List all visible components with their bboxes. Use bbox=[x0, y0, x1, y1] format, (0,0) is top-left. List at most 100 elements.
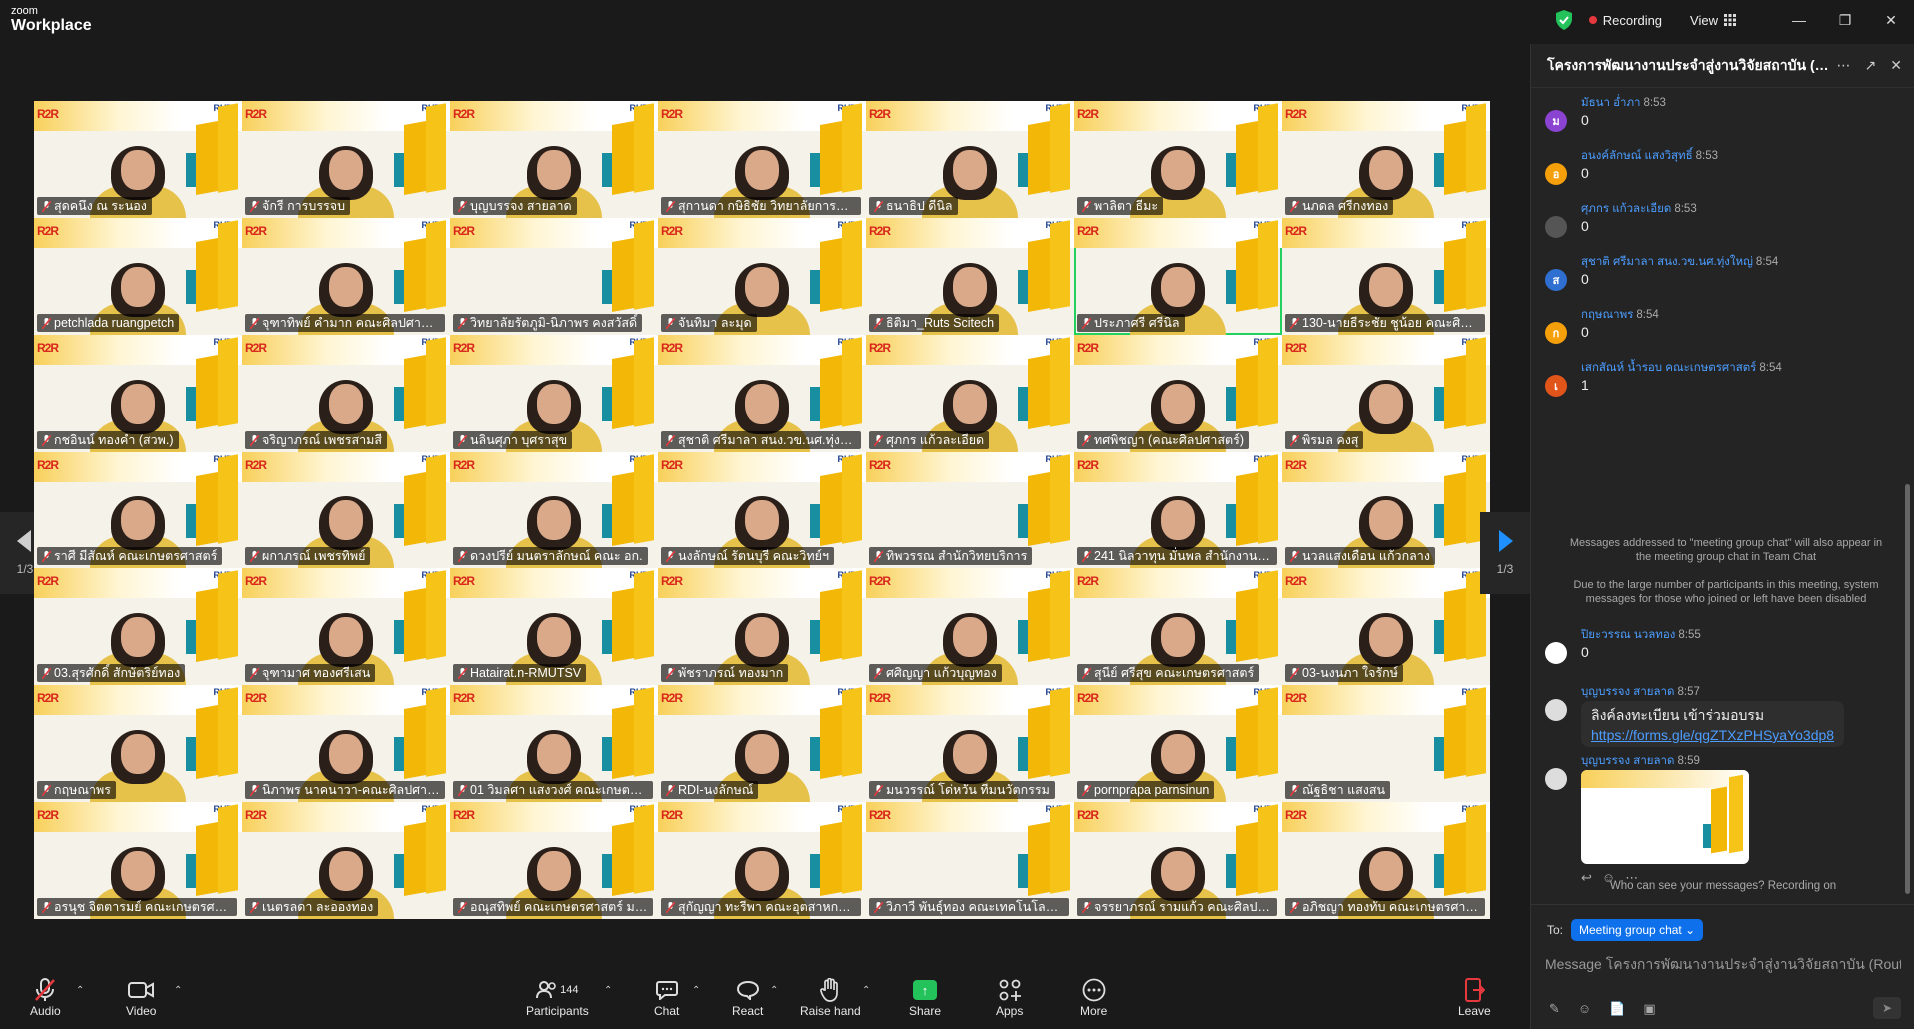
participant-tile[interactable]: R2RRUTSนิภาพร นาคนาวา-คณะศิลปศาสตร์ bbox=[242, 685, 450, 803]
participant-tile[interactable]: R2RRUTSทิพวรรณ สำนักวิทยบริการ bbox=[866, 451, 1074, 569]
participant-tile[interactable]: R2RRUTSจักรี การบรรจบ bbox=[242, 101, 450, 218]
participant-name: ทศพิชญา (คณะศิลปศาสตร์) bbox=[1077, 430, 1249, 449]
participant-tile[interactable]: R2RRUTSสุนีย์ ศรีสุข คณะเกษตรศาสตร์ bbox=[1074, 568, 1282, 686]
participant-tile[interactable]: R2RRUTSRDI-นงลักษณ์ bbox=[658, 685, 866, 803]
participant-tile[interactable]: R2RRUTSวิทยาลัยรัตภูมิ-นิภาพร คงสวัสดิ์ bbox=[450, 217, 658, 335]
participant-tile[interactable]: R2RRUTSกชอินน์ ทองคำ (สวพ.) bbox=[34, 334, 242, 452]
muted-mic-icon bbox=[1082, 902, 1091, 914]
participant-tile[interactable]: R2RRUTSHatairat.n-RMUTSV bbox=[450, 568, 658, 686]
audio-button[interactable]: Audio bbox=[30, 976, 61, 1018]
participant-tile[interactable]: R2RRUTSนงลักษณ์ รัตนบุรี คณะวิทย์ฯ bbox=[658, 451, 866, 569]
audio-caret-icon[interactable]: ⌃ bbox=[76, 985, 84, 996]
participant-tile[interactable]: R2RRUTSกฤษณาพร bbox=[34, 685, 242, 803]
raise-hand-caret-icon[interactable]: ⌃ bbox=[862, 985, 870, 996]
restore-icon[interactable]: ❐ bbox=[1822, 0, 1868, 40]
participant-tile[interactable]: R2RRUTS241 นิลวาทุน มั่นพล สำนักงานวิจ..… bbox=[1074, 451, 1282, 569]
participant-name: สุนีย์ ศรีสุข คณะเกษตรศาสตร์ bbox=[1077, 664, 1260, 683]
chat-more-icon[interactable]: ⋯ bbox=[1837, 57, 1851, 74]
participant-tile[interactable]: R2RRUTSจรรยาภรณ์ รามแก้ว คณะศิลปศาสตร์ bbox=[1074, 802, 1282, 920]
participant-tile[interactable]: R2RRUTSธิติมา_Ruts Scitech bbox=[866, 217, 1074, 335]
participant-tile[interactable]: R2RRUTSจุฑาทิพย์ คำมาก คณะศิลปศาสตร์ bbox=[242, 217, 450, 335]
participants-button[interactable]: 144 Participants bbox=[526, 976, 589, 1018]
participant-tile[interactable]: R2RRUTSสุดคนึง ณ ระนอง bbox=[34, 101, 242, 218]
participant-tile[interactable]: R2RRUTSนลินศุภา บุศราสุข bbox=[450, 334, 658, 452]
chat-message: ปิยะวรรณ นวลทอง 8:55 0 bbox=[1545, 626, 1895, 676]
participant-tile[interactable]: R2RRUTSผกาภรณ์ เพชรทิพย์ bbox=[242, 451, 450, 569]
leave-button[interactable]: Leave bbox=[1458, 976, 1491, 1018]
shared-image-thumbnail[interactable] bbox=[1581, 770, 1749, 864]
r2r-logo: R2R bbox=[37, 107, 59, 121]
participant-name: อณุสทิพย์ คณะเกษตรศาสตร์ มท... bbox=[453, 898, 653, 917]
participant-tile[interactable]: R2RRUTSอณุสทิพย์ คณะเกษตรศาสตร์ มท... bbox=[450, 802, 658, 920]
participant-tile[interactable]: R2RRUTSวิภาวี พันธุ์ทอง คณะเทคโนโลยีการ.… bbox=[866, 802, 1074, 920]
participant-tile[interactable]: R2RRUTSราศี มีสัณห์ คณะเกษตรศาสตร์ bbox=[34, 451, 242, 569]
message-input[interactable] bbox=[1545, 953, 1901, 975]
screenshot-icon[interactable]: ▣ bbox=[1643, 1001, 1655, 1017]
participant-tile[interactable]: R2RRUTS03-นงนภา ใจรักษ์ bbox=[1282, 568, 1490, 686]
react-button[interactable]: React bbox=[732, 976, 763, 1018]
participant-tile[interactable]: R2RRUTSอภิชญา ทองทับ คณะเกษตรศาสตร์ bbox=[1282, 802, 1490, 920]
participant-tile[interactable]: R2RRUTSpetchlada ruangpetch bbox=[34, 217, 242, 335]
react-caret-icon[interactable]: ⌃ bbox=[770, 985, 778, 996]
more-button[interactable]: More bbox=[1080, 976, 1107, 1018]
participant-tile[interactable]: R2RRUTSจริญาภรณ์ เพชรสามสี bbox=[242, 334, 450, 452]
participant-tile[interactable]: R2RRUTSสุกานดา กษิธิชัย วิทยาลัยการช่างน… bbox=[658, 101, 866, 218]
who-can-see-link[interactable]: Who can see your messages? Recording on bbox=[1531, 880, 1914, 892]
chat-messages[interactable]: Messages addressed to "meeting group cha… bbox=[1531, 88, 1914, 916]
participant-tile[interactable]: R2RRUTSประภาศรี ศรีนิล bbox=[1074, 217, 1282, 335]
emoji-icon[interactable]: ☺ bbox=[1578, 1001, 1591, 1017]
apps-button[interactable]: Apps bbox=[996, 976, 1023, 1018]
chat-caret-icon[interactable]: ⌃ bbox=[692, 985, 700, 996]
participant-tile[interactable]: R2RRUTSพาลิตา ธีมะ bbox=[1074, 101, 1282, 218]
shield-icon[interactable] bbox=[1555, 10, 1573, 30]
camera-icon bbox=[128, 982, 155, 998]
participant-tile[interactable]: R2RRUTSสุกัญญา ทะรีพา คณะอุตสาหกรรมเก... bbox=[658, 802, 866, 920]
more-icon bbox=[1082, 978, 1106, 1002]
participant-tile[interactable]: R2RRUTSณัฐธิชา แสงสน bbox=[1282, 685, 1490, 803]
participant-tile[interactable]: R2RRUTS01 วิมลศา แสงวงศ์ คณะเกษตรศาสตร์ bbox=[450, 685, 658, 803]
participant-tile[interactable]: R2RRUTSนวลแสงเดือน แก้วกลาง bbox=[1282, 451, 1490, 569]
chat-button[interactable]: Chat bbox=[654, 976, 679, 1018]
participant-tile[interactable]: R2RRUTSศศิญญา แก้วบุญทอง bbox=[866, 568, 1074, 686]
r2r-logo: R2R bbox=[869, 457, 891, 472]
send-icon[interactable]: ➤ bbox=[1873, 997, 1901, 1019]
participant-tile[interactable]: R2RRUTS03.สุรศักดิ์ สักษัตริย์ทอง bbox=[34, 568, 242, 686]
participant-name: ราศี มีสัณห์ คณะเกษตรศาสตร์ bbox=[37, 547, 223, 566]
participant-tile[interactable]: R2RRUTSศุภกร แก้วละเอียด bbox=[866, 334, 1074, 452]
close-icon[interactable]: ✕ bbox=[1868, 0, 1914, 40]
participant-tile[interactable]: R2RRUTSมนวรรณ์ โด่หวัน ทีมนวัตกรรม bbox=[866, 685, 1074, 803]
participant-tile[interactable]: R2RRUTSสุชาติ ศรีมาลา สนง.วข.นศ.ทุ่งใหญ่ bbox=[658, 334, 866, 452]
muted-mic-icon bbox=[1290, 785, 1299, 797]
participant-name: ทิพวรรณ สำนักวิทยบริการ bbox=[869, 547, 1033, 566]
next-page-button[interactable]: 1/3 bbox=[1480, 512, 1530, 594]
chat-scrollbar[interactable] bbox=[1905, 484, 1910, 894]
participant-tile[interactable]: R2RRUTSอรนุช จิตตารมย์ คณะเกษตรศาสตร์ bbox=[34, 802, 242, 920]
video-button[interactable]: Video bbox=[126, 976, 156, 1018]
format-icon[interactable]: ✎ bbox=[1549, 1001, 1560, 1017]
minimize-icon[interactable]: — bbox=[1776, 0, 1822, 40]
popout-icon[interactable]: ↗ bbox=[1865, 57, 1877, 74]
video-caret-icon[interactable]: ⌃ bbox=[174, 985, 182, 996]
raise-hand-button[interactable]: Raise hand bbox=[800, 976, 861, 1018]
participant-tile[interactable]: R2RRUTSบุญบรรจง สายลาด bbox=[450, 101, 658, 218]
chat-close-icon[interactable]: ✕ bbox=[1890, 57, 1902, 74]
participant-tile[interactable]: R2RRUTSpornprapa parnsinun bbox=[1074, 685, 1282, 803]
participant-tile[interactable]: R2RRUTSดวงปรีย์ มนตราลักษณ์ คณะ อก. bbox=[450, 451, 658, 569]
recording-label[interactable]: Recording bbox=[1603, 13, 1662, 28]
share-button[interactable]: ↑ Share bbox=[909, 976, 941, 1018]
participants-caret-icon[interactable]: ⌃ bbox=[604, 985, 612, 996]
grid-view-icon[interactable] bbox=[1724, 14, 1736, 26]
participant-tile[interactable]: R2RRUTS130-นายธีระชัย ชูน้อย คณะศิลปศา..… bbox=[1282, 217, 1490, 335]
registration-link[interactable]: https://forms.gle/qgZTXzPHSyaYo3dp8 bbox=[1591, 727, 1834, 743]
file-icon[interactable]: 📄 bbox=[1609, 1001, 1625, 1017]
participant-tile[interactable]: R2RRUTSพัชราภรณ์ ทองมาก bbox=[658, 568, 866, 686]
participant-tile[interactable]: R2RRUTSจุฑามาศ ทองศรีเสน bbox=[242, 568, 450, 686]
participant-tile[interactable]: R2RRUTSจันทิมา ละมุด bbox=[658, 217, 866, 335]
participant-tile[interactable]: R2RRUTSธนาธิป ดีนิล bbox=[866, 101, 1074, 218]
recipient-dropdown[interactable]: Meeting group chat ⌄ bbox=[1571, 919, 1704, 941]
participant-tile[interactable]: R2RRUTSนภดล ศรีกงทอง bbox=[1282, 101, 1490, 218]
view-button[interactable]: View bbox=[1690, 13, 1718, 28]
participant-tile[interactable]: R2RRUTSเนตรลดา ละอองทอง bbox=[242, 802, 450, 920]
participant-tile[interactable]: R2RRUTSทศพิชญา (คณะศิลปศาสตร์) bbox=[1074, 334, 1282, 452]
participant-tile[interactable]: R2RRUTSพิรมล คงสุ bbox=[1282, 334, 1490, 452]
